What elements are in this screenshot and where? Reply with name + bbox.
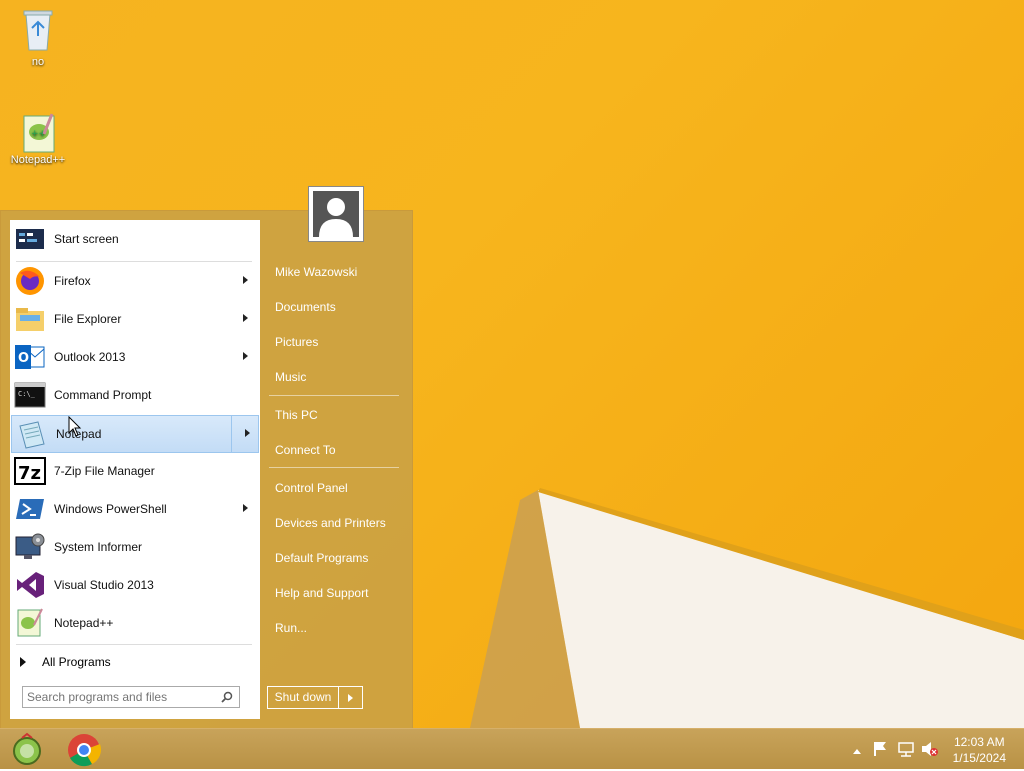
desktop-icon-label: no [31, 56, 45, 68]
svg-text:C:\_: C:\_ [18, 390, 36, 398]
start-item-label: System Informer [54, 540, 143, 554]
recycle-bin-icon [18, 6, 58, 51]
submenu-arrow-icon [245, 429, 250, 437]
start-menu-programs-pane: Start screen Firefox File Explorer O Out… [10, 220, 260, 719]
taskbar: 12:03 AM 1/15/2024 [0, 728, 1024, 769]
right-link-help-support[interactable]: Help and Support [275, 586, 368, 600]
submenu-arrow-icon [243, 352, 248, 360]
right-link-devices-printers[interactable]: Devices and Printers [275, 516, 386, 530]
submenu-arrow-icon [243, 314, 248, 322]
shutdown-options-button[interactable] [339, 693, 362, 702]
shutdown-button[interactable]: Shut down [267, 686, 363, 709]
svg-text:7z: 7z [18, 463, 41, 484]
visual-studio-icon [14, 569, 46, 601]
all-programs-label: All Programs [42, 655, 111, 669]
desktop-icon-label: Notepad++ [10, 154, 66, 166]
start-item-label: Command Prompt [54, 388, 152, 402]
notepad-plus-plus-icon: ++ [18, 112, 58, 153]
notepad-plus-plus-icon [14, 607, 46, 639]
right-link-connect-to[interactable]: Connect To [275, 443, 336, 457]
start-item-file-explorer[interactable]: File Explorer [10, 301, 258, 337]
start-screen-icon [14, 223, 46, 255]
desktop-icon-recycle-bin[interactable]: no [6, 6, 70, 68]
flag-icon [874, 742, 886, 756]
separator [16, 261, 252, 262]
start-item-system-informer[interactable]: System Informer [10, 529, 258, 565]
submenu-arrow-icon [243, 276, 248, 284]
user-avatar[interactable] [308, 186, 364, 242]
expand-arrow-icon [20, 657, 26, 667]
volume-muted-icon [922, 742, 938, 756]
start-item-label: Windows PowerShell [54, 502, 167, 516]
start-item-visual-studio[interactable]: Visual Studio 2013 [10, 567, 258, 603]
7zip-icon: 7z [14, 455, 46, 487]
folder-icon [14, 303, 46, 335]
start-item-start-screen[interactable]: Start screen [10, 221, 258, 257]
start-item-outlook[interactable]: O Outlook 2013 [10, 339, 258, 375]
submenu-arrow-icon [243, 504, 248, 512]
right-link-user[interactable]: Mike Wazowski [275, 265, 357, 279]
start-item-powershell[interactable]: Windows PowerShell [10, 491, 258, 527]
right-link-this-pc[interactable]: This PC [275, 408, 318, 422]
taskbar-app-chrome[interactable] [66, 732, 102, 768]
chevron-up-icon [853, 749, 861, 754]
right-link-default-programs[interactable]: Default Programs [275, 551, 368, 565]
start-item-label: Visual Studio 2013 [54, 578, 154, 592]
firefox-icon [14, 265, 46, 297]
right-link-control-panel[interactable]: Control Panel [275, 481, 348, 495]
right-link-documents[interactable]: Documents [275, 300, 336, 314]
shutdown-label: Shut down [268, 687, 339, 708]
chrome-icon [68, 734, 102, 767]
tray-date: 1/15/2024 [952, 751, 1006, 765]
tray-volume[interactable] [920, 740, 938, 761]
start-item-label: Firefox [54, 274, 91, 288]
notepad-icon [16, 418, 48, 450]
user-silhouette-icon [313, 191, 359, 237]
start-orb-icon [13, 732, 41, 765]
chevron-right-icon [348, 693, 353, 702]
powershell-icon [14, 493, 46, 525]
start-item-7zip[interactable]: 7z 7-Zip File Manager [10, 453, 258, 489]
start-menu: Start screen Firefox File Explorer O Out… [0, 210, 413, 730]
separator [269, 395, 399, 396]
outlook-icon: O [14, 341, 46, 373]
right-link-pictures[interactable]: Pictures [275, 335, 318, 349]
right-link-run[interactable]: Run... [275, 621, 307, 635]
network-icon [898, 742, 914, 757]
start-item-label: Notepad++ [54, 616, 114, 630]
console-icon: C:\_ [14, 379, 46, 411]
search-icon [221, 691, 233, 706]
all-programs-button[interactable]: All Programs [10, 650, 258, 674]
desktop-icon-notepad-plus-plus[interactable]: ++ Notepad++ [6, 112, 70, 166]
svg-text:O: O [18, 351, 29, 366]
tray-clock[interactable]: 12:03 AM 1/15/2024 [953, 734, 1006, 766]
tray-network[interactable] [897, 740, 915, 761]
start-item-command-prompt[interactable]: C:\_ Command Prompt [10, 377, 258, 413]
start-item-notepad-plus-plus[interactable]: Notepad++ [10, 605, 258, 641]
start-item-label: File Explorer [54, 312, 122, 326]
tray-action-center[interactable] [872, 740, 890, 761]
start-item-firefox[interactable]: Firefox [10, 263, 258, 299]
search-box[interactable] [22, 686, 240, 708]
tray-time: 12:03 AM [953, 735, 1005, 749]
separator [16, 644, 252, 645]
start-item-label: 7-Zip File Manager [54, 464, 155, 478]
start-item-label: Outlook 2013 [54, 350, 126, 364]
search-input[interactable] [27, 688, 217, 706]
tray-overflow-button[interactable] [852, 744, 862, 758]
start-item-notepad[interactable]: Notepad [11, 415, 259, 453]
right-link-music[interactable]: Music [275, 370, 306, 384]
start-orb-button[interactable] [10, 732, 44, 766]
start-item-label: Start screen [54, 232, 119, 246]
system-informer-icon [14, 531, 46, 563]
separator [269, 467, 399, 468]
mouse-cursor-icon [68, 416, 82, 437]
